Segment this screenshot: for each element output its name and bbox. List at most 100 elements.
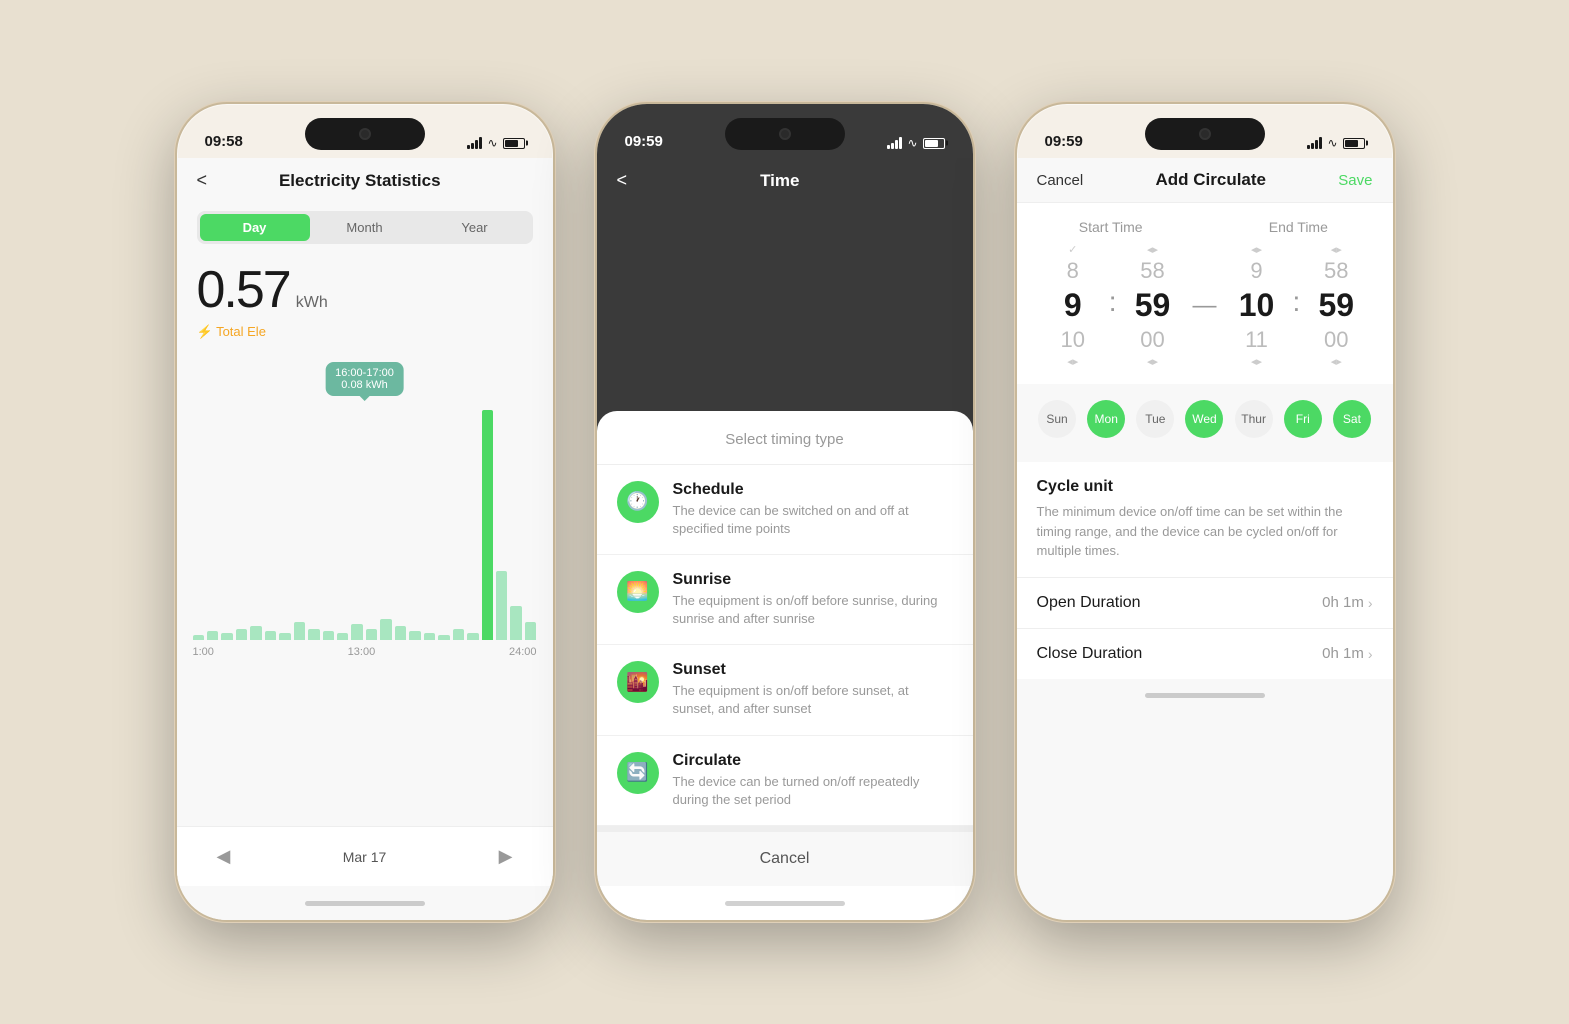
nav-header-2: < Time bbox=[597, 158, 973, 203]
stats-value: 0.57 kWh bbox=[177, 260, 553, 320]
battery-icon-2 bbox=[923, 138, 945, 149]
bar-item bbox=[438, 635, 449, 640]
cycle-unit-title: Cycle unit bbox=[1037, 478, 1373, 496]
bar-item bbox=[207, 631, 218, 640]
bar-item bbox=[221, 633, 232, 640]
option-sunset[interactable]: 🌇 Sunset The equipment is on/off before … bbox=[597, 645, 973, 735]
end-next-m: 00 bbox=[1324, 327, 1348, 353]
status-time-1: 09:58 bbox=[205, 133, 243, 150]
signal-icon-2 bbox=[887, 137, 902, 149]
end-mins-indicator: ◂▸ bbox=[1331, 243, 1342, 256]
bar-item bbox=[366, 629, 377, 641]
bar-item bbox=[193, 635, 204, 640]
option-circulate[interactable]: 🔄 Circulate The device can be turned on/… bbox=[597, 736, 973, 826]
next-date-button[interactable]: ▶ bbox=[499, 846, 513, 867]
back-button-2[interactable]: < bbox=[617, 170, 628, 191]
day-button-fri[interactable]: Fri bbox=[1284, 400, 1322, 438]
sunset-content: Sunset The equipment is on/off before su… bbox=[673, 661, 953, 718]
dash-spacer bbox=[1189, 219, 1220, 235]
nav-date: Mar 17 bbox=[343, 849, 387, 865]
bar-item bbox=[467, 633, 478, 640]
open-duration-row[interactable]: Open Duration 0h 1m › bbox=[1017, 577, 1393, 628]
nav-header-3: Cancel Add Circulate Save bbox=[1017, 158, 1393, 203]
schedule-title: Schedule bbox=[673, 481, 953, 499]
schedule-icon: 🕐 bbox=[617, 481, 659, 523]
total-ele-label: ⚡ Total Ele bbox=[177, 320, 553, 352]
option-sunrise[interactable]: 🌅 Sunrise The equipment is on/off before… bbox=[597, 555, 973, 645]
open-duration-text: 0h 1m bbox=[1322, 594, 1364, 611]
sunrise-title: Sunrise bbox=[673, 571, 953, 589]
close-duration-text: 0h 1m bbox=[1322, 645, 1364, 662]
start-mins-col: ◂▸ 58 59 00 ◂▸ bbox=[1123, 243, 1183, 368]
cycle-unit-desc: The minimum device on/off time can be se… bbox=[1037, 502, 1373, 561]
close-duration-chevron: › bbox=[1368, 646, 1373, 662]
phone-time: 09:59 ∿ < Time Select timing type 🕐 S bbox=[595, 102, 975, 922]
time-range-dash: — bbox=[1187, 292, 1223, 320]
end-mins-below: ◂▸ bbox=[1331, 355, 1342, 368]
bar-item bbox=[424, 633, 435, 640]
camera-2 bbox=[779, 128, 791, 140]
close-duration-row[interactable]: Close Duration 0h 1m › bbox=[1017, 628, 1393, 679]
chart-label-start: 1:00 bbox=[193, 646, 214, 658]
day-button-mon[interactable]: Mon bbox=[1087, 400, 1125, 438]
back-button-1[interactable]: < bbox=[197, 170, 208, 191]
bar-item bbox=[265, 631, 276, 640]
chart-tooltip: 16:00-17:00 0.08 kWh bbox=[325, 362, 404, 396]
close-duration-value: 0h 1m › bbox=[1322, 645, 1372, 662]
sunset-desc: The equipment is on/off before sunset, a… bbox=[673, 682, 953, 718]
start-mins-below: ◂▸ bbox=[1147, 355, 1158, 368]
end-prev-m: 58 bbox=[1324, 258, 1348, 284]
day-button-wed[interactable]: Wed bbox=[1185, 400, 1223, 438]
time-picker-cols: ✓ 8 9 10 ◂▸ : ◂▸ 58 59 00 ◂▸ — bbox=[1033, 243, 1377, 368]
tab-day[interactable]: Day bbox=[200, 214, 310, 241]
day-button-sat[interactable]: Sat bbox=[1333, 400, 1371, 438]
sunrise-content: Sunrise The equipment is on/off before s… bbox=[673, 571, 953, 628]
start-colon: : bbox=[1107, 286, 1119, 318]
bar-item bbox=[482, 410, 493, 640]
cancel-button-2[interactable]: Cancel bbox=[597, 826, 973, 886]
end-next-h: 11 bbox=[1245, 327, 1268, 353]
phone-notch bbox=[305, 118, 425, 150]
start-mins-indicator: ◂▸ bbox=[1147, 243, 1158, 256]
day-button-tue[interactable]: Tue bbox=[1136, 400, 1174, 438]
phone-notch-2 bbox=[725, 118, 845, 150]
circulate-icon: 🔄 bbox=[617, 752, 659, 794]
wifi-icon: ∿ bbox=[487, 136, 497, 150]
schedule-content: Schedule The device can be switched on a… bbox=[673, 481, 953, 538]
end-curr-m: 59 bbox=[1318, 286, 1354, 324]
dark-area: < Time bbox=[597, 158, 973, 411]
days-selector: Sun Mon Tue Wed Thur Fri Sat bbox=[1017, 384, 1393, 454]
wifi-icon-3: ∿ bbox=[1327, 136, 1337, 150]
tab-month[interactable]: Month bbox=[310, 214, 420, 241]
sunrise-icon: 🌅 bbox=[617, 571, 659, 613]
prev-date-button[interactable]: ◀ bbox=[217, 846, 231, 867]
tab-year[interactable]: Year bbox=[420, 214, 530, 241]
electricity-unit: kWh bbox=[296, 294, 328, 312]
sheet-title: Select timing type bbox=[597, 431, 973, 465]
battery-icon-3 bbox=[1343, 138, 1365, 149]
home-indicator-1 bbox=[177, 886, 553, 920]
page-title-3: Add Circulate bbox=[1155, 170, 1266, 190]
status-indicators-2: ∿ bbox=[887, 136, 944, 150]
bar-item bbox=[279, 633, 290, 640]
close-duration-label: Close Duration bbox=[1037, 645, 1143, 663]
open-duration-label: Open Duration bbox=[1037, 594, 1141, 612]
bar-item bbox=[409, 631, 420, 640]
chart-label-mid: 13:00 bbox=[348, 646, 376, 658]
bar-item bbox=[395, 626, 406, 640]
day-button-thur[interactable]: Thur bbox=[1235, 400, 1273, 438]
camera bbox=[359, 128, 371, 140]
bar-item bbox=[496, 571, 507, 640]
start-hours-col: ✓ 8 9 10 ◂▸ bbox=[1043, 243, 1103, 368]
electricity-value: 0.57 bbox=[197, 260, 290, 320]
circulate-content: Circulate The device can be turned on/of… bbox=[673, 752, 953, 809]
home-indicator-2 bbox=[597, 886, 973, 920]
end-hours-col: ◂▸ 9 10 11 ◂▸ bbox=[1227, 243, 1287, 368]
option-schedule[interactable]: 🕐 Schedule The device can be switched on… bbox=[597, 465, 973, 555]
screen-3: Cancel Add Circulate Save Start Time End… bbox=[1017, 158, 1393, 920]
day-button-sun[interactable]: Sun bbox=[1038, 400, 1076, 438]
save-button[interactable]: Save bbox=[1338, 172, 1372, 189]
end-time-label: End Time bbox=[1220, 219, 1376, 235]
start-prev-m: 58 bbox=[1140, 258, 1164, 284]
cancel-button-3[interactable]: Cancel bbox=[1037, 172, 1084, 189]
